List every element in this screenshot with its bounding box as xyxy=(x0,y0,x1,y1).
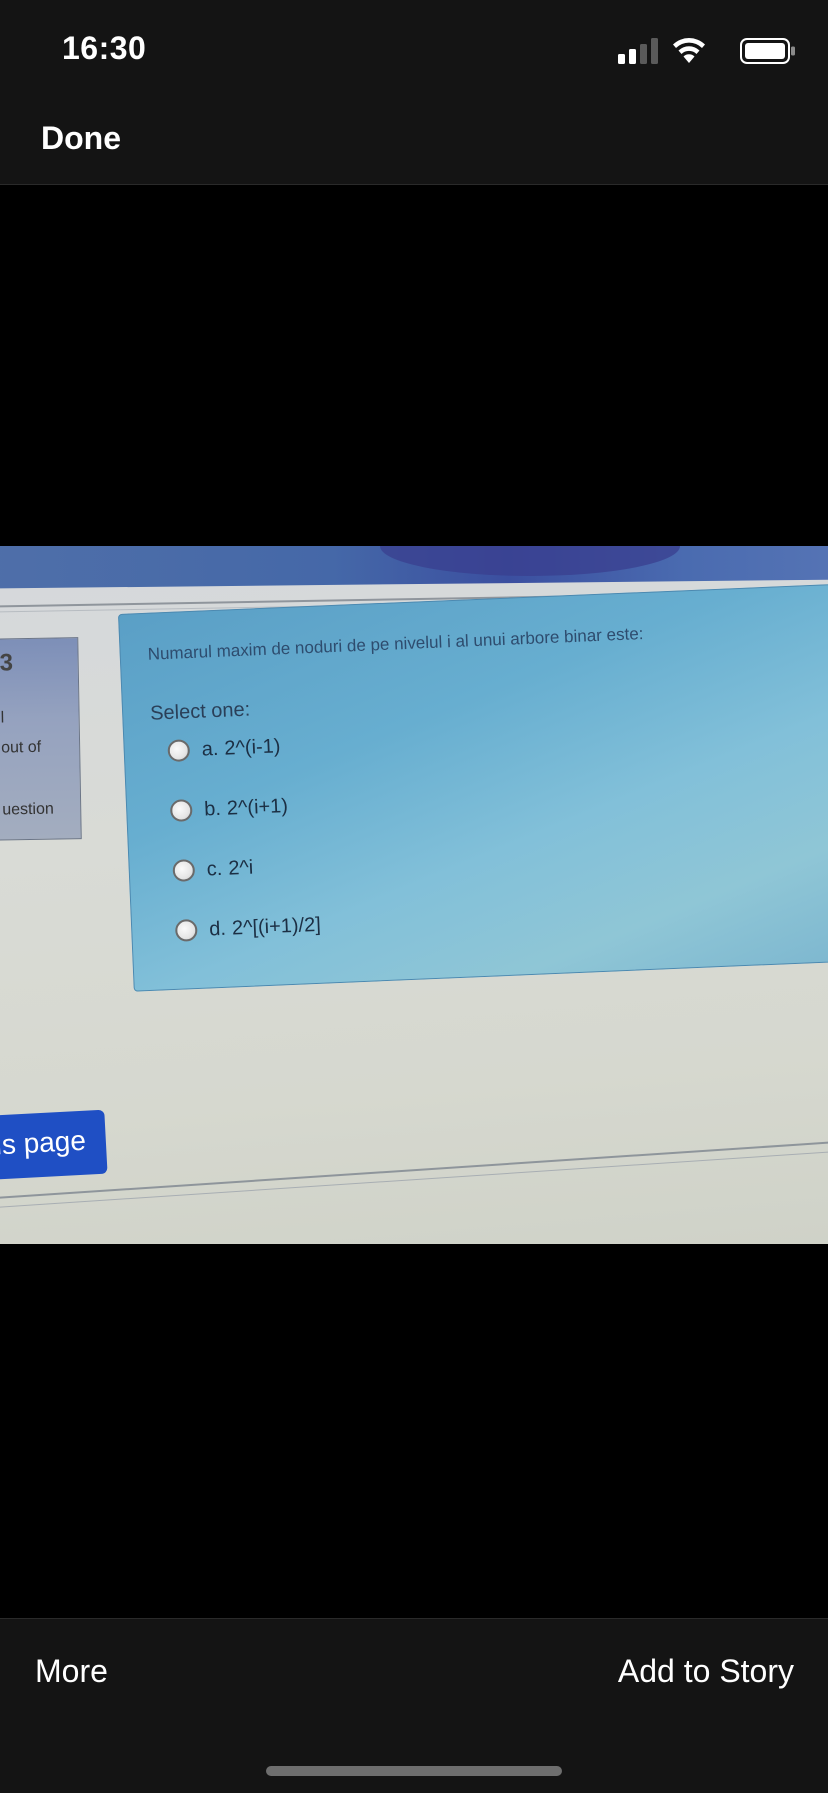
wifi-icon xyxy=(673,38,705,63)
option-text: 2^i xyxy=(227,856,254,880)
photo-divider xyxy=(0,1139,828,1200)
signal-icon xyxy=(618,38,658,64)
question-status: l xyxy=(0,709,5,727)
option-text: 2^(i-1) xyxy=(223,734,281,760)
add-to-story-button[interactable]: Add to Story xyxy=(618,1653,794,1690)
radio-icon[interactable] xyxy=(172,859,196,882)
radio-icon[interactable] xyxy=(174,918,198,942)
radio-icon[interactable] xyxy=(169,799,193,822)
status-bar: 16:30 xyxy=(0,0,828,100)
status-time: 16:30 xyxy=(62,30,147,66)
flag-question: uestion xyxy=(2,800,54,819)
option-a[interactable]: a. 2^(i-1) xyxy=(167,731,281,766)
question-marks: out of xyxy=(1,738,42,757)
photo-viewer-image: 3 l out of uestion Numarul maxim de nodu… xyxy=(0,546,828,1244)
more-button[interactable]: More xyxy=(35,1653,108,1690)
question-number: 3 xyxy=(0,649,14,677)
home-indicator[interactable] xyxy=(266,1766,562,1776)
option-d[interactable]: d. 2^[(i+1)/2] xyxy=(174,910,322,946)
option-b[interactable]: b. 2^(i+1) xyxy=(169,791,289,826)
option-letter: d. xyxy=(208,917,227,940)
option-letter: c. xyxy=(206,857,223,880)
previous-page-label: us page xyxy=(0,1124,87,1161)
question-text: Numarul maxim de noduri de pe nivelul i … xyxy=(147,624,644,664)
option-text: 2^[(i+1)/2] xyxy=(231,913,322,939)
question-box: Numarul maxim de noduri de pe nivelul i … xyxy=(118,583,828,992)
option-letter: a. xyxy=(201,737,219,761)
option-letter: b. xyxy=(203,797,222,821)
status-icons xyxy=(596,36,796,66)
radio-icon[interactable] xyxy=(167,739,191,763)
question-info-box: 3 l out of uestion xyxy=(0,637,82,841)
battery-icon xyxy=(740,38,795,64)
option-c[interactable]: c. 2^i xyxy=(172,853,254,886)
bottom-toolbar: More Add to Story xyxy=(0,1618,828,1793)
previous-page-button[interactable]: us page xyxy=(0,1109,108,1183)
select-one-prompt: Select one: xyxy=(149,698,251,725)
nav-bar: Done xyxy=(0,100,828,185)
done-button[interactable]: Done xyxy=(41,120,121,157)
option-text: 2^(i+1) xyxy=(226,794,289,820)
photo-divider xyxy=(0,1149,828,1209)
